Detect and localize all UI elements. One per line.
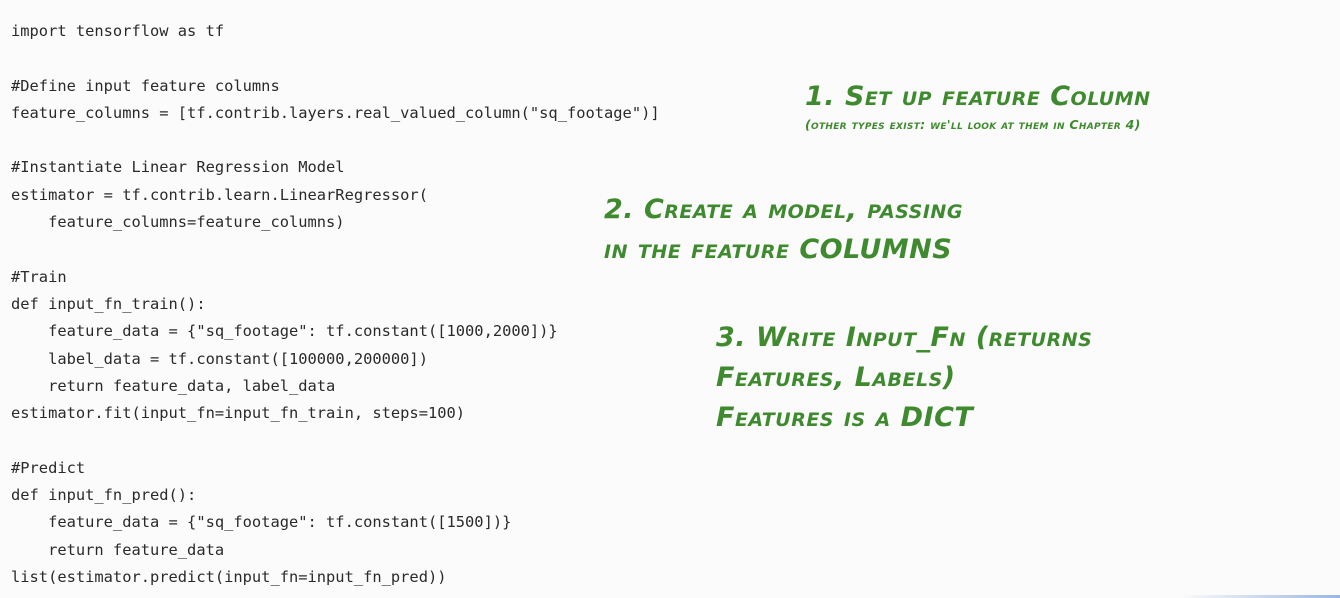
annotation-step-2-line-2: in the feature COLUMNS xyxy=(604,234,953,265)
annotation-step-1-title: 1. Set up feature Column xyxy=(805,81,1151,112)
code-line: def input_fn_train(): xyxy=(11,294,206,313)
code-line: label_data = tf.constant([100000,200000]… xyxy=(11,349,428,368)
annotation-step-2: 2. Create a model, passing in the featur… xyxy=(604,190,963,270)
annotation-step-3: 3. Write Input_Fn (returns Features, Lab… xyxy=(716,318,1092,438)
code-block: import tensorflow as tf #Define input fea… xyxy=(11,18,660,591)
annotation-step-1: 1. Set up feature Column (other types ex… xyxy=(805,80,1151,134)
code-line: feature_data = {"sq_footage": tf.constan… xyxy=(11,322,558,341)
annotation-step-3-line-1: 3. Write Input_Fn (returns xyxy=(716,322,1093,353)
code-line: import tensorflow as tf xyxy=(11,22,225,40)
code-line: list(estimator.predict(input_fn=input_fn… xyxy=(11,567,447,586)
code-line: feature_data = {"sq_footage": tf.constan… xyxy=(11,513,512,532)
code-line: #Train xyxy=(11,267,67,286)
code-line: estimator.fit(input_fn=input_fn_train, s… xyxy=(11,404,466,423)
code-line: #Predict xyxy=(11,458,86,477)
annotation-step-2-line-1: 2. Create a model, passing xyxy=(604,194,963,225)
code-line: return feature_data, label_data xyxy=(11,376,336,395)
annotation-step-3-line-2: Features, Labels) xyxy=(716,362,956,393)
code-line: return feature_data xyxy=(11,540,225,559)
code-line: #Instantiate Linear Regression Model xyxy=(11,158,345,177)
annotation-step-1-subtitle: (other types exist: we'll look at them i… xyxy=(805,117,1141,132)
code-line: feature_columns = [tf.contrib.layers.rea… xyxy=(11,103,660,122)
code-line: estimator = tf.contrib.learn.LinearRegre… xyxy=(11,185,428,204)
code-line: def input_fn_pred(): xyxy=(11,486,197,505)
slide: import tensorflow as tf #Define input fea… xyxy=(0,0,1340,598)
code-line: feature_columns=feature_columns) xyxy=(11,213,345,232)
annotation-step-3-line-3: Features is a DICT xyxy=(716,402,974,433)
code-line: #Define input feature columns xyxy=(11,76,280,95)
